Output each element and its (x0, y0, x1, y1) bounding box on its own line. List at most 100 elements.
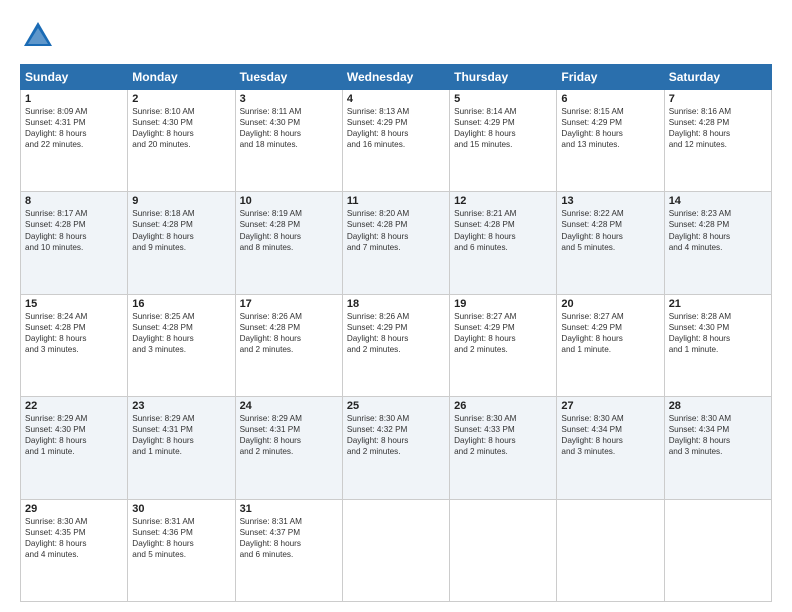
day-number: 3 (240, 93, 338, 105)
day-number: 18 (347, 298, 445, 310)
day-header-saturday: Saturday (664, 65, 771, 90)
table-row: 31Sunrise: 8:31 AMSunset: 4:37 PMDayligh… (235, 499, 342, 601)
day-number: 15 (25, 298, 123, 310)
table-row: 7Sunrise: 8:16 AMSunset: 4:28 PMDaylight… (664, 90, 771, 192)
cell-info: Sunrise: 8:24 AMSunset: 4:28 PMDaylight:… (25, 311, 123, 355)
calendar-week-row: 1Sunrise: 8:09 AMSunset: 4:31 PMDaylight… (21, 90, 772, 192)
cell-info: Sunrise: 8:09 AMSunset: 4:31 PMDaylight:… (25, 106, 123, 150)
table-row: 10Sunrise: 8:19 AMSunset: 4:28 PMDayligh… (235, 192, 342, 294)
calendar-week-row: 22Sunrise: 8:29 AMSunset: 4:30 PMDayligh… (21, 397, 772, 499)
day-header-sunday: Sunday (21, 65, 128, 90)
day-number: 19 (454, 298, 552, 310)
cell-info: Sunrise: 8:27 AMSunset: 4:29 PMDaylight:… (454, 311, 552, 355)
table-row: 24Sunrise: 8:29 AMSunset: 4:31 PMDayligh… (235, 397, 342, 499)
table-row: 19Sunrise: 8:27 AMSunset: 4:29 PMDayligh… (450, 294, 557, 396)
day-header-wednesday: Wednesday (342, 65, 449, 90)
table-row: 26Sunrise: 8:30 AMSunset: 4:33 PMDayligh… (450, 397, 557, 499)
day-number: 12 (454, 195, 552, 207)
day-number: 7 (669, 93, 767, 105)
cell-info: Sunrise: 8:13 AMSunset: 4:29 PMDaylight:… (347, 106, 445, 150)
table-row: 29Sunrise: 8:30 AMSunset: 4:35 PMDayligh… (21, 499, 128, 601)
day-number: 4 (347, 93, 445, 105)
day-number: 27 (561, 400, 659, 412)
day-number: 23 (132, 400, 230, 412)
table-row: 21Sunrise: 8:28 AMSunset: 4:30 PMDayligh… (664, 294, 771, 396)
table-row: 17Sunrise: 8:26 AMSunset: 4:28 PMDayligh… (235, 294, 342, 396)
table-row: 22Sunrise: 8:29 AMSunset: 4:30 PMDayligh… (21, 397, 128, 499)
cell-info: Sunrise: 8:31 AMSunset: 4:37 PMDaylight:… (240, 516, 338, 560)
table-row: 28Sunrise: 8:30 AMSunset: 4:34 PMDayligh… (664, 397, 771, 499)
day-number: 21 (669, 298, 767, 310)
cell-info: Sunrise: 8:17 AMSunset: 4:28 PMDaylight:… (25, 208, 123, 252)
day-number: 22 (25, 400, 123, 412)
table-row (450, 499, 557, 601)
day-header-tuesday: Tuesday (235, 65, 342, 90)
day-number: 14 (669, 195, 767, 207)
cell-info: Sunrise: 8:31 AMSunset: 4:36 PMDaylight:… (132, 516, 230, 560)
table-row: 12Sunrise: 8:21 AMSunset: 4:28 PMDayligh… (450, 192, 557, 294)
day-number: 1 (25, 93, 123, 105)
table-row: 18Sunrise: 8:26 AMSunset: 4:29 PMDayligh… (342, 294, 449, 396)
table-row: 16Sunrise: 8:25 AMSunset: 4:28 PMDayligh… (128, 294, 235, 396)
page: SundayMondayTuesdayWednesdayThursdayFrid… (0, 0, 792, 612)
day-header-friday: Friday (557, 65, 664, 90)
cell-info: Sunrise: 8:21 AMSunset: 4:28 PMDaylight:… (454, 208, 552, 252)
day-header-thursday: Thursday (450, 65, 557, 90)
table-row (557, 499, 664, 601)
cell-info: Sunrise: 8:11 AMSunset: 4:30 PMDaylight:… (240, 106, 338, 150)
cell-info: Sunrise: 8:30 AMSunset: 4:33 PMDaylight:… (454, 413, 552, 457)
table-row: 8Sunrise: 8:17 AMSunset: 4:28 PMDaylight… (21, 192, 128, 294)
cell-info: Sunrise: 8:30 AMSunset: 4:35 PMDaylight:… (25, 516, 123, 560)
cell-info: Sunrise: 8:18 AMSunset: 4:28 PMDaylight:… (132, 208, 230, 252)
day-number: 8 (25, 195, 123, 207)
day-number: 25 (347, 400, 445, 412)
cell-info: Sunrise: 8:14 AMSunset: 4:29 PMDaylight:… (454, 106, 552, 150)
table-row: 4Sunrise: 8:13 AMSunset: 4:29 PMDaylight… (342, 90, 449, 192)
table-row: 9Sunrise: 8:18 AMSunset: 4:28 PMDaylight… (128, 192, 235, 294)
day-number: 13 (561, 195, 659, 207)
day-number: 2 (132, 93, 230, 105)
table-row: 25Sunrise: 8:30 AMSunset: 4:32 PMDayligh… (342, 397, 449, 499)
day-number: 10 (240, 195, 338, 207)
cell-info: Sunrise: 8:26 AMSunset: 4:29 PMDaylight:… (347, 311, 445, 355)
cell-info: Sunrise: 8:16 AMSunset: 4:28 PMDaylight:… (669, 106, 767, 150)
day-number: 17 (240, 298, 338, 310)
cell-info: Sunrise: 8:29 AMSunset: 4:30 PMDaylight:… (25, 413, 123, 457)
day-number: 5 (454, 93, 552, 105)
cell-info: Sunrise: 8:23 AMSunset: 4:28 PMDaylight:… (669, 208, 767, 252)
table-row (664, 499, 771, 601)
table-row: 27Sunrise: 8:30 AMSunset: 4:34 PMDayligh… (557, 397, 664, 499)
day-number: 26 (454, 400, 552, 412)
table-row: 6Sunrise: 8:15 AMSunset: 4:29 PMDaylight… (557, 90, 664, 192)
logo (20, 18, 60, 54)
calendar-table: SundayMondayTuesdayWednesdayThursdayFrid… (20, 64, 772, 602)
table-row: 1Sunrise: 8:09 AMSunset: 4:31 PMDaylight… (21, 90, 128, 192)
cell-info: Sunrise: 8:22 AMSunset: 4:28 PMDaylight:… (561, 208, 659, 252)
cell-info: Sunrise: 8:15 AMSunset: 4:29 PMDaylight:… (561, 106, 659, 150)
day-number: 30 (132, 503, 230, 515)
cell-info: Sunrise: 8:25 AMSunset: 4:28 PMDaylight:… (132, 311, 230, 355)
cell-info: Sunrise: 8:26 AMSunset: 4:28 PMDaylight:… (240, 311, 338, 355)
table-row: 5Sunrise: 8:14 AMSunset: 4:29 PMDaylight… (450, 90, 557, 192)
day-number: 31 (240, 503, 338, 515)
table-row: 15Sunrise: 8:24 AMSunset: 4:28 PMDayligh… (21, 294, 128, 396)
table-row: 20Sunrise: 8:27 AMSunset: 4:29 PMDayligh… (557, 294, 664, 396)
day-number: 24 (240, 400, 338, 412)
cell-info: Sunrise: 8:30 AMSunset: 4:32 PMDaylight:… (347, 413, 445, 457)
calendar-week-row: 8Sunrise: 8:17 AMSunset: 4:28 PMDaylight… (21, 192, 772, 294)
calendar-week-row: 15Sunrise: 8:24 AMSunset: 4:28 PMDayligh… (21, 294, 772, 396)
table-row: 23Sunrise: 8:29 AMSunset: 4:31 PMDayligh… (128, 397, 235, 499)
cell-info: Sunrise: 8:30 AMSunset: 4:34 PMDaylight:… (669, 413, 767, 457)
day-number: 28 (669, 400, 767, 412)
day-number: 20 (561, 298, 659, 310)
table-row: 30Sunrise: 8:31 AMSunset: 4:36 PMDayligh… (128, 499, 235, 601)
cell-info: Sunrise: 8:27 AMSunset: 4:29 PMDaylight:… (561, 311, 659, 355)
table-row: 14Sunrise: 8:23 AMSunset: 4:28 PMDayligh… (664, 192, 771, 294)
cell-info: Sunrise: 8:30 AMSunset: 4:34 PMDaylight:… (561, 413, 659, 457)
day-number: 16 (132, 298, 230, 310)
day-number: 6 (561, 93, 659, 105)
logo-icon (20, 18, 56, 54)
cell-info: Sunrise: 8:10 AMSunset: 4:30 PMDaylight:… (132, 106, 230, 150)
cell-info: Sunrise: 8:29 AMSunset: 4:31 PMDaylight:… (240, 413, 338, 457)
table-row: 13Sunrise: 8:22 AMSunset: 4:28 PMDayligh… (557, 192, 664, 294)
